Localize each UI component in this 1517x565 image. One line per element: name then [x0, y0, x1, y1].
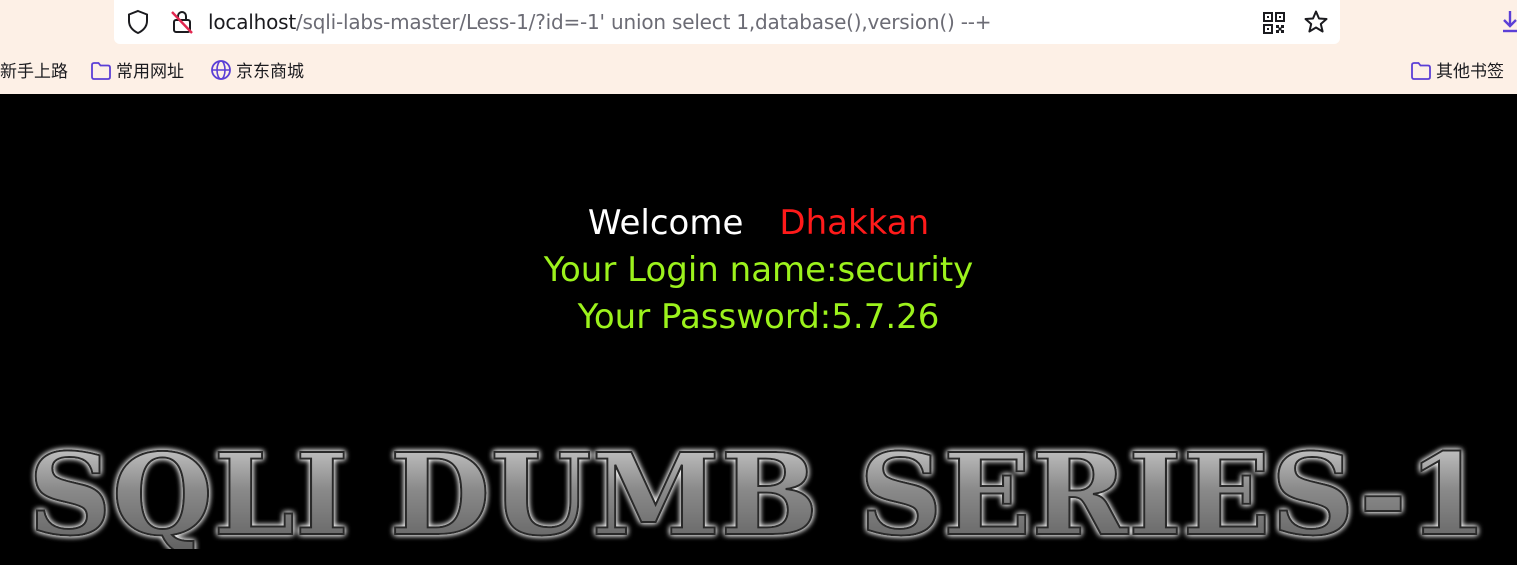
password-result: Your Password:5.7.26	[577, 297, 940, 337]
login-name-result: Your Login name:security	[543, 250, 974, 290]
insecure-lock-icon[interactable]	[170, 9, 194, 35]
bookmark-item[interactable]: 新手上路	[0, 58, 68, 86]
welcome-text: Welcome	[587, 203, 744, 243]
bookmark-label: 其他书签	[1436, 62, 1504, 82]
address-bar[interactable]: localhost/sqli-labs-master/Less-1/?id=-1…	[114, 0, 1340, 44]
page-content: Welcome Dhakkan Your Login name:security …	[0, 94, 1517, 565]
banner-text: SQLI DUMB SERIES-1	[28, 439, 1488, 549]
shield-icon[interactable]	[126, 9, 150, 35]
url-text[interactable]: localhost/sqli-labs-master/Less-1/?id=-1…	[208, 9, 992, 35]
bookmark-item[interactable]: 京东商城	[210, 58, 304, 86]
sqli-dumb-series-banner: SQLI DUMB SERIES-1	[27, 439, 1489, 549]
welcome-line: Welcome Dhakkan	[0, 200, 1517, 246]
user-name: Dhakkan	[779, 203, 930, 243]
bookmark-label: 新手上路	[0, 62, 68, 82]
star-icon[interactable]	[1303, 9, 1329, 35]
qr-code-icon[interactable]	[1262, 11, 1286, 35]
url-path: /sqli-labs-master/Less-1/?id=-1' union s…	[295, 10, 992, 34]
browser-chrome: localhost/sqli-labs-master/Less-1/?id=-1…	[0, 0, 1517, 94]
folder-icon	[1411, 62, 1431, 80]
folder-icon	[91, 62, 111, 80]
url-host: localhost	[208, 10, 296, 34]
bookmark-label: 京东商城	[236, 62, 304, 82]
globe-icon	[211, 60, 231, 80]
bookmarks-bar: 新手上路 常用网址 京东商城 其他书签	[0, 58, 1517, 86]
other-bookmarks-folder[interactable]: 其他书签	[1410, 58, 1504, 86]
bookmark-label: 常用网址	[116, 62, 184, 82]
download-icon[interactable]	[1500, 8, 1517, 36]
bookmark-folder[interactable]: 常用网址	[90, 58, 184, 86]
